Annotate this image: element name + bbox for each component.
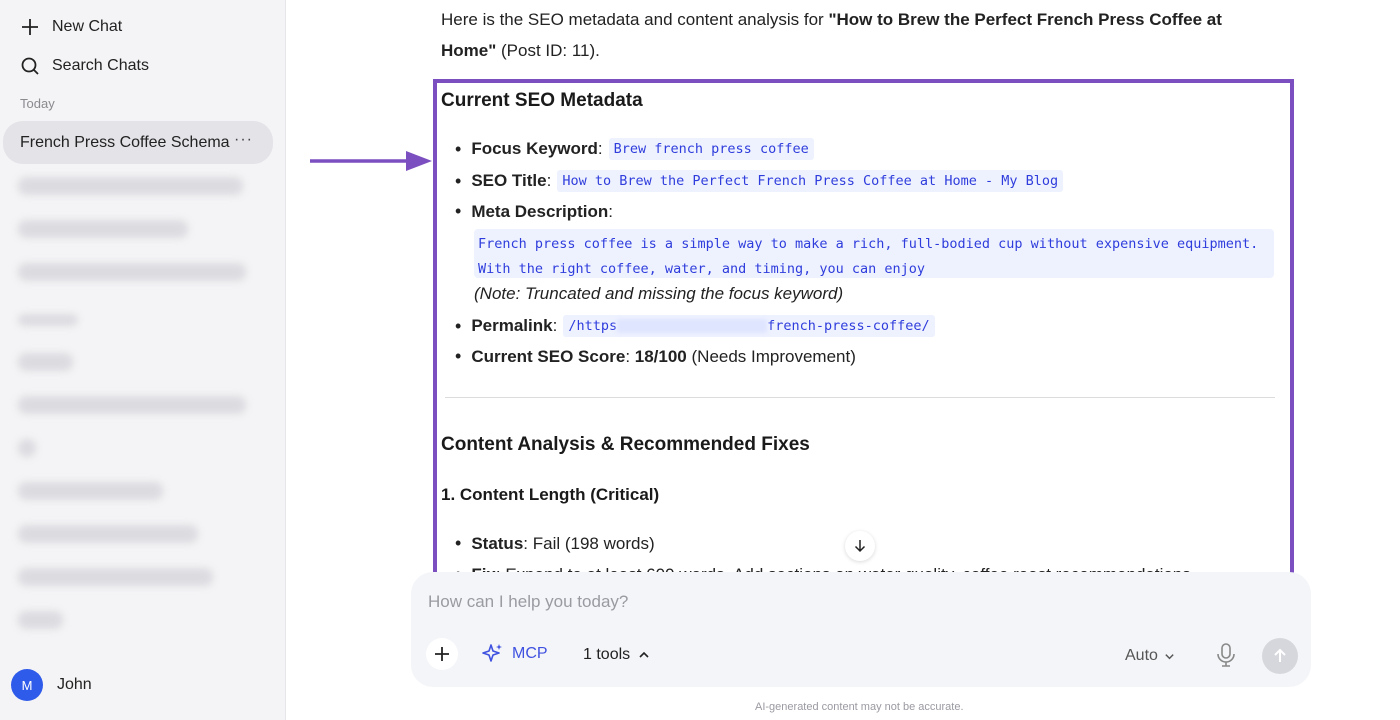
meta-description-line: French press coffee is a simple way to m… bbox=[478, 236, 1259, 252]
status-value: Fail (198 words) bbox=[532, 533, 655, 553]
disclaimer-text: AI-generated content may not be accurate… bbox=[755, 701, 964, 713]
post-id-text: (Post ID: 11). bbox=[496, 41, 600, 60]
chat-item-blurred[interactable] bbox=[18, 525, 198, 543]
assistant-message-intro: Here is the SEO metadata and content ana… bbox=[441, 4, 1271, 66]
permalink-item: Permalink:/httpsfrench-press-coffee/ bbox=[455, 315, 935, 337]
plus-icon bbox=[435, 647, 449, 661]
tools-dropdown[interactable]: 1 tools bbox=[583, 646, 650, 664]
seo-title-label: SEO Title bbox=[471, 171, 547, 190]
annotation-arrow-icon bbox=[310, 151, 432, 171]
user-profile[interactable]: M John bbox=[11, 669, 92, 701]
user-name: John bbox=[57, 676, 92, 693]
section-divider bbox=[445, 397, 1275, 398]
permalink-prefix: /https bbox=[568, 318, 618, 334]
seo-score-item: Current SEO Score: 18/100 (Needs Improve… bbox=[455, 346, 856, 367]
model-selector[interactable]: Auto bbox=[1125, 647, 1175, 665]
focus-keyword-value: Brew french press coffee bbox=[608, 138, 814, 160]
mcp-button[interactable]: MCP bbox=[482, 643, 548, 665]
chevron-down-icon bbox=[1165, 653, 1174, 659]
chat-item-blurred[interactable] bbox=[18, 611, 63, 629]
seo-score-note: (Needs Improvement) bbox=[691, 346, 856, 366]
permalink-redacted bbox=[617, 319, 768, 333]
chat-item-blurred[interactable] bbox=[18, 177, 243, 195]
microphone-icon bbox=[1217, 643, 1235, 667]
chat-item-blurred[interactable] bbox=[18, 396, 246, 414]
chat-item-blurred[interactable] bbox=[18, 568, 213, 586]
chat-item-blurred[interactable] bbox=[18, 439, 36, 457]
arrow-up-icon bbox=[1274, 648, 1286, 662]
content-analysis-heading: Content Analysis & Recommended Fixes bbox=[441, 434, 810, 455]
search-chats-label: Search Chats bbox=[52, 57, 149, 74]
status-label: Status bbox=[471, 533, 524, 553]
seo-analysis-panel: Current SEO Metadata Focus Keyword:Brew … bbox=[433, 79, 1294, 578]
focus-keyword-label: Focus Keyword bbox=[471, 139, 598, 158]
permalink-value: /https french-press-coffee/ bbox=[563, 315, 935, 337]
seo-score-label: Current SEO Score bbox=[471, 346, 626, 366]
section-today-label: Today bbox=[20, 96, 55, 111]
chat-item-title: French Press Coffee Schema bbox=[20, 133, 230, 151]
tools-label: 1 tools bbox=[583, 646, 631, 663]
arrow-down-icon bbox=[854, 540, 866, 553]
chat-item-active[interactable]: French Press Coffee Schema ··· bbox=[3, 121, 273, 164]
meta-description-note: (Note: Truncated and missing the focus k… bbox=[474, 284, 844, 303]
content-length-heading: 1. Content Length (Critical) bbox=[441, 485, 660, 504]
chat-item-blurred[interactable] bbox=[18, 263, 246, 281]
meta-description-item: Meta Description: bbox=[455, 201, 613, 222]
chat-item-blurred[interactable] bbox=[18, 220, 188, 238]
focus-keyword-item: Focus Keyword:Brew french press coffee bbox=[455, 138, 814, 160]
meta-description-code-block: French press coffee is a simple way to m… bbox=[474, 229, 1274, 278]
scroll-to-bottom-button[interactable] bbox=[845, 531, 875, 561]
plus-icon bbox=[22, 19, 38, 35]
sidebar: New Chat Search Chats Today French Press… bbox=[0, 0, 286, 720]
chevron-up-icon bbox=[639, 651, 649, 658]
message-composer: MCP 1 tools Auto bbox=[411, 572, 1311, 687]
attach-button[interactable] bbox=[426, 638, 458, 670]
model-label: Auto bbox=[1125, 647, 1158, 664]
avatar: M bbox=[11, 669, 43, 701]
seo-title-value: How to Brew the Perfect French Press Cof… bbox=[557, 170, 1064, 192]
chat-item-blurred[interactable] bbox=[18, 353, 73, 371]
new-chat-button[interactable]: New Chat bbox=[20, 17, 122, 37]
mcp-label: MCP bbox=[512, 645, 548, 662]
sparkle-icon bbox=[482, 644, 502, 662]
meta-description-line: With the right coffee, water, and timing… bbox=[478, 261, 926, 277]
message-input[interactable] bbox=[428, 590, 1288, 614]
search-chats-button[interactable]: Search Chats bbox=[20, 56, 149, 76]
meta-description-label: Meta Description bbox=[471, 201, 609, 221]
send-button[interactable] bbox=[1262, 638, 1298, 674]
section-label-blurred bbox=[18, 314, 78, 326]
microphone-button[interactable] bbox=[1215, 642, 1237, 673]
permalink-suffix: french-press-coffee/ bbox=[767, 318, 930, 334]
more-options-icon[interactable]: ··· bbox=[234, 131, 253, 149]
intro-text: Here is the SEO metadata and content ana… bbox=[441, 10, 829, 29]
status-item: Status: Fail (198 words) bbox=[455, 533, 655, 554]
search-icon bbox=[21, 57, 39, 75]
new-chat-label: New Chat bbox=[52, 18, 123, 35]
seo-metadata-heading: Current SEO Metadata bbox=[441, 90, 643, 111]
seo-score-value: 18/100 bbox=[634, 346, 687, 366]
seo-title-item: SEO Title:How to Brew the Perfect French… bbox=[455, 170, 1064, 192]
permalink-label: Permalink bbox=[471, 316, 553, 335]
chat-item-blurred[interactable] bbox=[18, 482, 163, 500]
